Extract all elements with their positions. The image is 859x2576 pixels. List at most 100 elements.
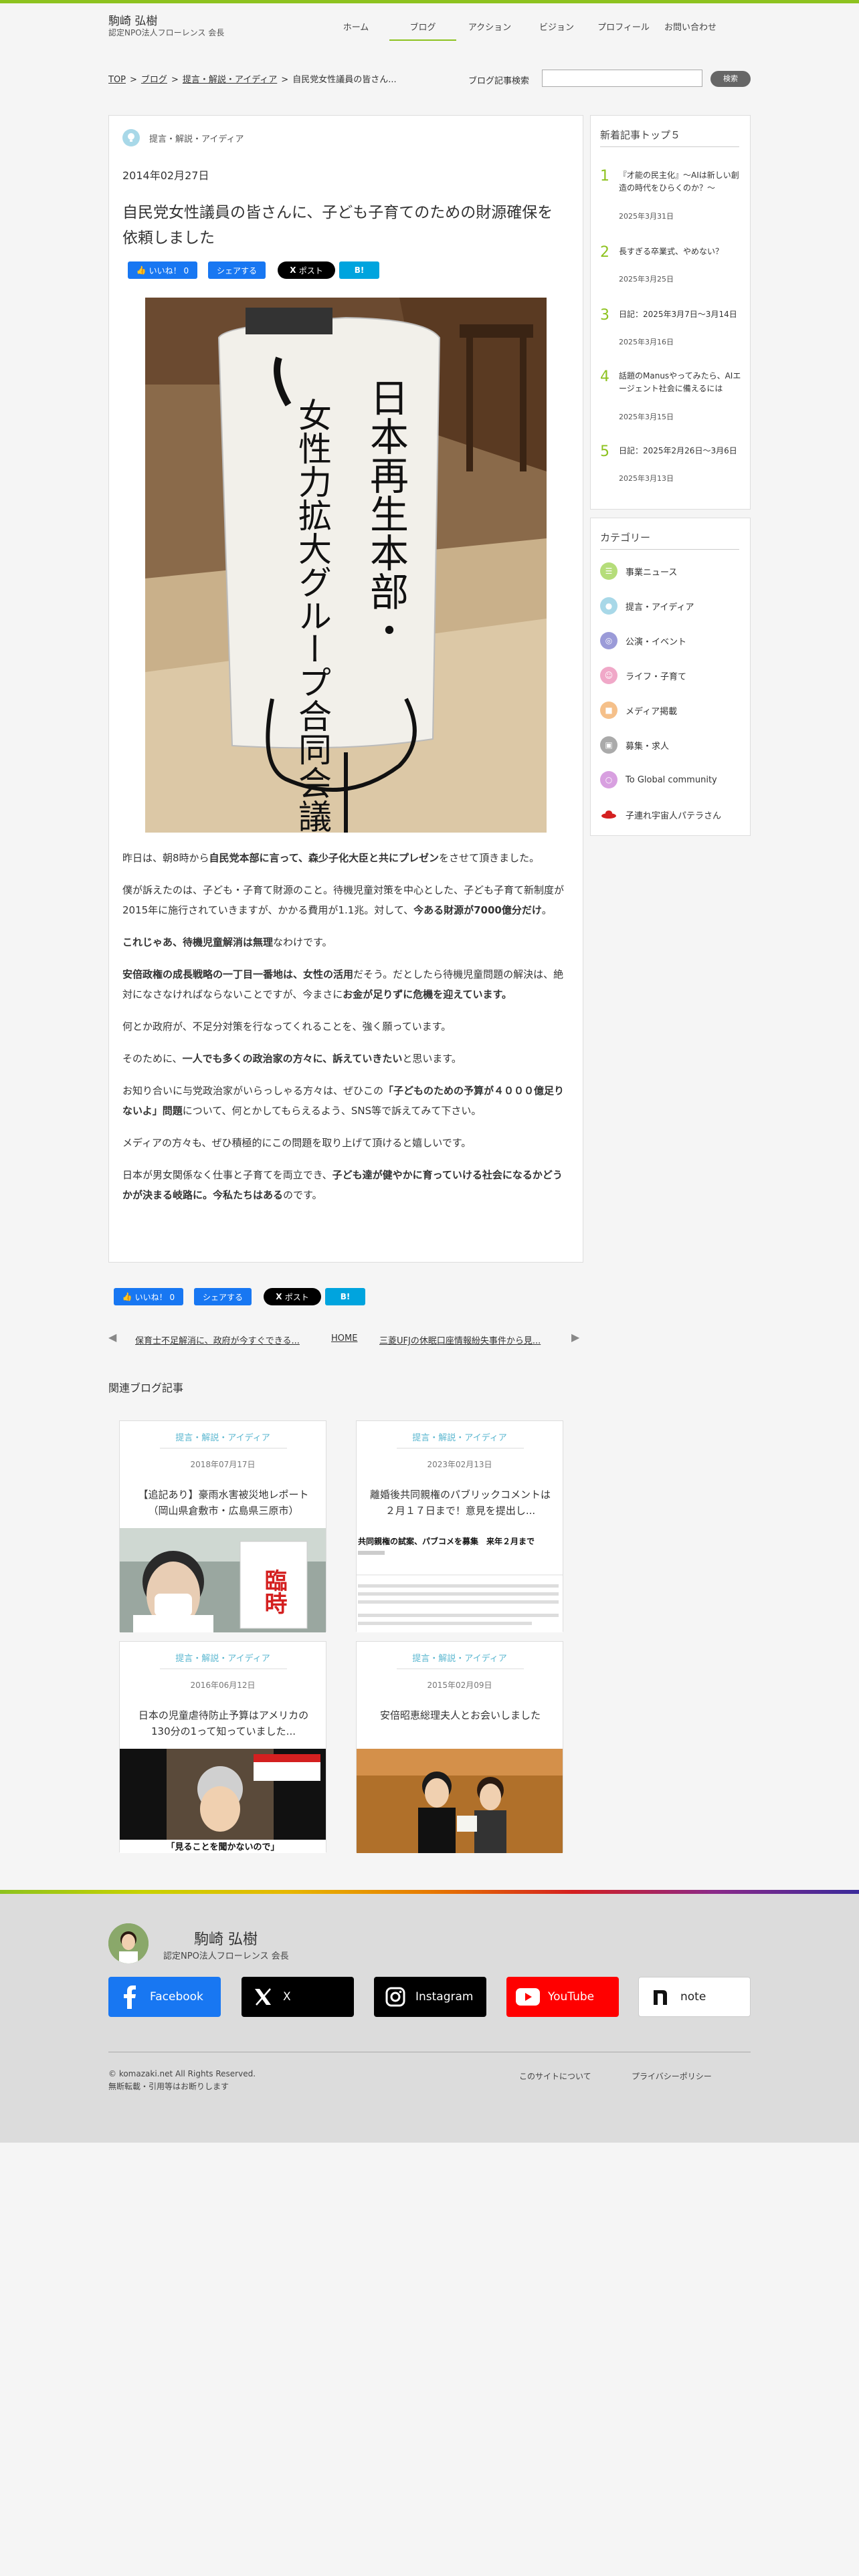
x-post-button[interactable]: X ポスト (278, 261, 335, 279)
category-label: ライフ・子育て (626, 671, 687, 682)
emphasis-text: お金が足りずに危機を迎えています。 (343, 988, 512, 1000)
recent-title[interactable]: 日記：2025年2月26日〜3月6日 (619, 445, 742, 457)
paragraph-text: なわけです。 (273, 936, 332, 948)
related-card[interactable]: 提言・解説・アイディア 2016年06月12日 日本の児童虐待防止予算はアメリカ… (119, 1641, 326, 1853)
category-item[interactable]: ◎ 公演・イベント (600, 632, 686, 649)
nav-blog[interactable]: ブログ (389, 15, 456, 41)
category-label: 事業ニュース (626, 567, 678, 578)
footer-subtitle: 認定NPO法人フローレンス 会長 (163, 1951, 289, 1961)
search-label: ブログ記事検索 (468, 76, 530, 86)
note-link[interactable]: note (638, 1977, 751, 2017)
breadcrumb-current: 自民党女性議員の皆さん... (292, 75, 397, 85)
related-category: 提言・解説・アイディア (412, 1654, 507, 1664)
media-icon: ■ (600, 702, 617, 719)
search-button[interactable]: 検索 (710, 71, 751, 87)
arrow-left-icon[interactable]: ◀ (108, 1331, 116, 1344)
category-item[interactable]: ○ To Global community (600, 771, 717, 788)
paragraph-text: と思います。 (402, 1053, 462, 1065)
prev-post-link[interactable]: 保育士不足解消に、政府が今すぐできる... (135, 1333, 300, 1346)
related-category: 提言・解説・アイディア (412, 1433, 507, 1443)
rank-number: 5 (600, 443, 609, 460)
photo-text-line1: 日本再生本部・ (363, 378, 409, 649)
related-thumbnail: 臨時 (120, 1528, 326, 1632)
thumbnail-text: 臨時 (260, 1569, 287, 1614)
category-item[interactable]: ● 提言・アイディア (600, 597, 694, 615)
breadcrumb-category[interactable]: 提言・解説・アイディア (183, 75, 277, 85)
article-paragraph: 何とか政府が、不足分対策を行なってくれることを、強く願っています。 (122, 1016, 571, 1037)
recent-date: 2025年3月16日 (619, 338, 674, 346)
facebook-like-button-bottom[interactable]: 👍 いいね！ 0 (114, 1288, 183, 1305)
privacy-link[interactable]: プライバシーポリシー (632, 2070, 712, 2082)
facebook-share-button[interactable]: シェアする (208, 261, 266, 279)
footer-name: 駒崎 弘樹 (194, 1931, 258, 1948)
category-item[interactable]: ☰ 事業ニュース (600, 562, 677, 580)
recent-date: 2025年3月13日 (619, 474, 674, 483)
youtube-link[interactable]: YouTube (506, 1977, 619, 2017)
paragraph-text: 何とか政府が、不足分対策を行なってくれることを、強く願っています。 (122, 1021, 452, 1033)
globe-icon: ○ (600, 771, 617, 788)
hatena-bookmark-button-bottom[interactable]: B! (325, 1288, 365, 1305)
related-date: 2023年02月13日 (427, 1460, 492, 1469)
related-card[interactable]: 提言・解説・アイディア 2018年07月17日 【追記あり】豪雨水害被災地レポー… (119, 1420, 326, 1632)
x-post-button-bottom[interactable]: X ポスト (264, 1288, 321, 1305)
recent-date: 2025年3月25日 (619, 275, 674, 284)
category-item[interactable]: ☺ ライフ・子育て (600, 667, 686, 684)
thumbnail-text: 「見ることを聞かないので」 (166, 1842, 279, 1852)
emphasis-text: 一人でも多くの政治家の方々に、訴えていきたい (182, 1053, 403, 1065)
facebook-link[interactable]: Facebook (108, 1977, 221, 2017)
facebook-like-button[interactable]: 👍 いいね！ 0 (128, 261, 197, 279)
emphasis-text: 自民党本部に言って、森少子化大臣と共にプレゼン (209, 852, 440, 864)
post-label: ポスト (284, 1292, 309, 1302)
instagram-link[interactable]: Instagram (374, 1977, 486, 2017)
nav-home[interactable]: ホーム (322, 15, 389, 41)
about-link[interactable]: このサイトについて (519, 2070, 591, 2082)
category-label: 子連れ宇宙人パテラさん (626, 811, 722, 821)
recent-title[interactable]: 長すぎる卒業式、やめない？ (619, 245, 742, 258)
hatena-bookmark-button[interactable]: B! (339, 261, 379, 279)
microphone-icon: ◎ (600, 632, 617, 649)
next-post-link[interactable]: 三菱UFJの休眠口座情報紛失事件から見... (379, 1333, 541, 1346)
home-link[interactable]: HOME (331, 1333, 357, 1344)
recent-title[interactable]: 話題のManusやってみたら、AIエージェント社会に備えるには (619, 370, 742, 395)
related-date: 2018年07月17日 (190, 1460, 256, 1469)
x-link[interactable]: X (242, 1977, 354, 2017)
article-category: 提言・解説・アイディア (149, 134, 244, 144)
footer-gradient-bar (0, 1890, 859, 1894)
related-date: 2015年02月09日 (427, 1681, 492, 1690)
recent-title[interactable]: 『才能の民主化』〜AIは新しい創造の時代をひらくのか？〜 (619, 169, 742, 195)
category-item[interactable]: ▣ 募集・求人 (600, 736, 669, 754)
search-input[interactable] (542, 70, 702, 87)
breadcrumb-top[interactable]: TOP (108, 75, 126, 85)
x-icon (251, 1985, 275, 2009)
category-label: 募集・求人 (626, 741, 670, 752)
nav-profile[interactable]: プロフィール (590, 15, 657, 41)
breadcrumb-blog[interactable]: ブログ (141, 75, 167, 85)
copyright: © komazaki.net All Rights Reserved. 無断転載… (108, 2068, 282, 2093)
site-footer: 駒崎 弘樹 認定NPO法人フローレンス 会長 Facebook X Instag… (0, 1890, 859, 2143)
global-nav: ホーム ブログ アクション ビジョン プロフィール お問い合わせ (322, 15, 724, 41)
recent-heading: 新着記事トップ５ (600, 129, 681, 141)
thumbs-up-icon: 👍 (122, 1292, 135, 1301)
related-heading: 関連ブログ記事 (108, 1382, 184, 1394)
related-card[interactable]: 提言・解説・アイディア 2023年02月13日 離婚後共同親権のパブリックコメン… (356, 1420, 563, 1632)
briefcase-icon: ▣ (600, 736, 617, 754)
recent-title[interactable]: 日記：2025年3月7日〜3月14日 (619, 308, 742, 321)
nav-vision[interactable]: ビジョン (523, 15, 590, 41)
facebook-share-button-bottom[interactable]: シェアする (194, 1288, 252, 1305)
ufo-icon (600, 806, 617, 823)
categories-heading: カテゴリー (600, 532, 651, 544)
paragraph-text: をさせて頂きました。 (439, 852, 540, 864)
paragraph-text: について、何とかしてもらえるよう、SNS等で訴えてみて下さい。 (182, 1105, 482, 1117)
paragraph-text: 。 (541, 904, 552, 916)
nav-action[interactable]: アクション (456, 15, 523, 41)
related-title: 日本の児童虐待防止予算はアメリカの130分の1って知っていました... (138, 1709, 309, 1737)
related-card[interactable]: 提言・解説・アイディア 2015年02月09日 安倍昭恵総理夫人とお会いしました (356, 1641, 563, 1853)
arrow-right-icon[interactable]: ▶ (571, 1331, 579, 1344)
article-category-row[interactable]: 提言・解説・アイディア (122, 129, 244, 146)
site-name[interactable]: 駒崎 弘樹 (108, 11, 157, 28)
category-item[interactable]: 子連れ宇宙人パテラさん (600, 806, 721, 823)
category-item[interactable]: ■ メディア掲載 (600, 702, 677, 719)
nav-contact[interactable]: お問い合わせ (657, 15, 724, 41)
related-title: 安倍昭恵総理夫人とお会いしました (379, 1709, 541, 1721)
family-icon: ☺ (600, 667, 617, 684)
